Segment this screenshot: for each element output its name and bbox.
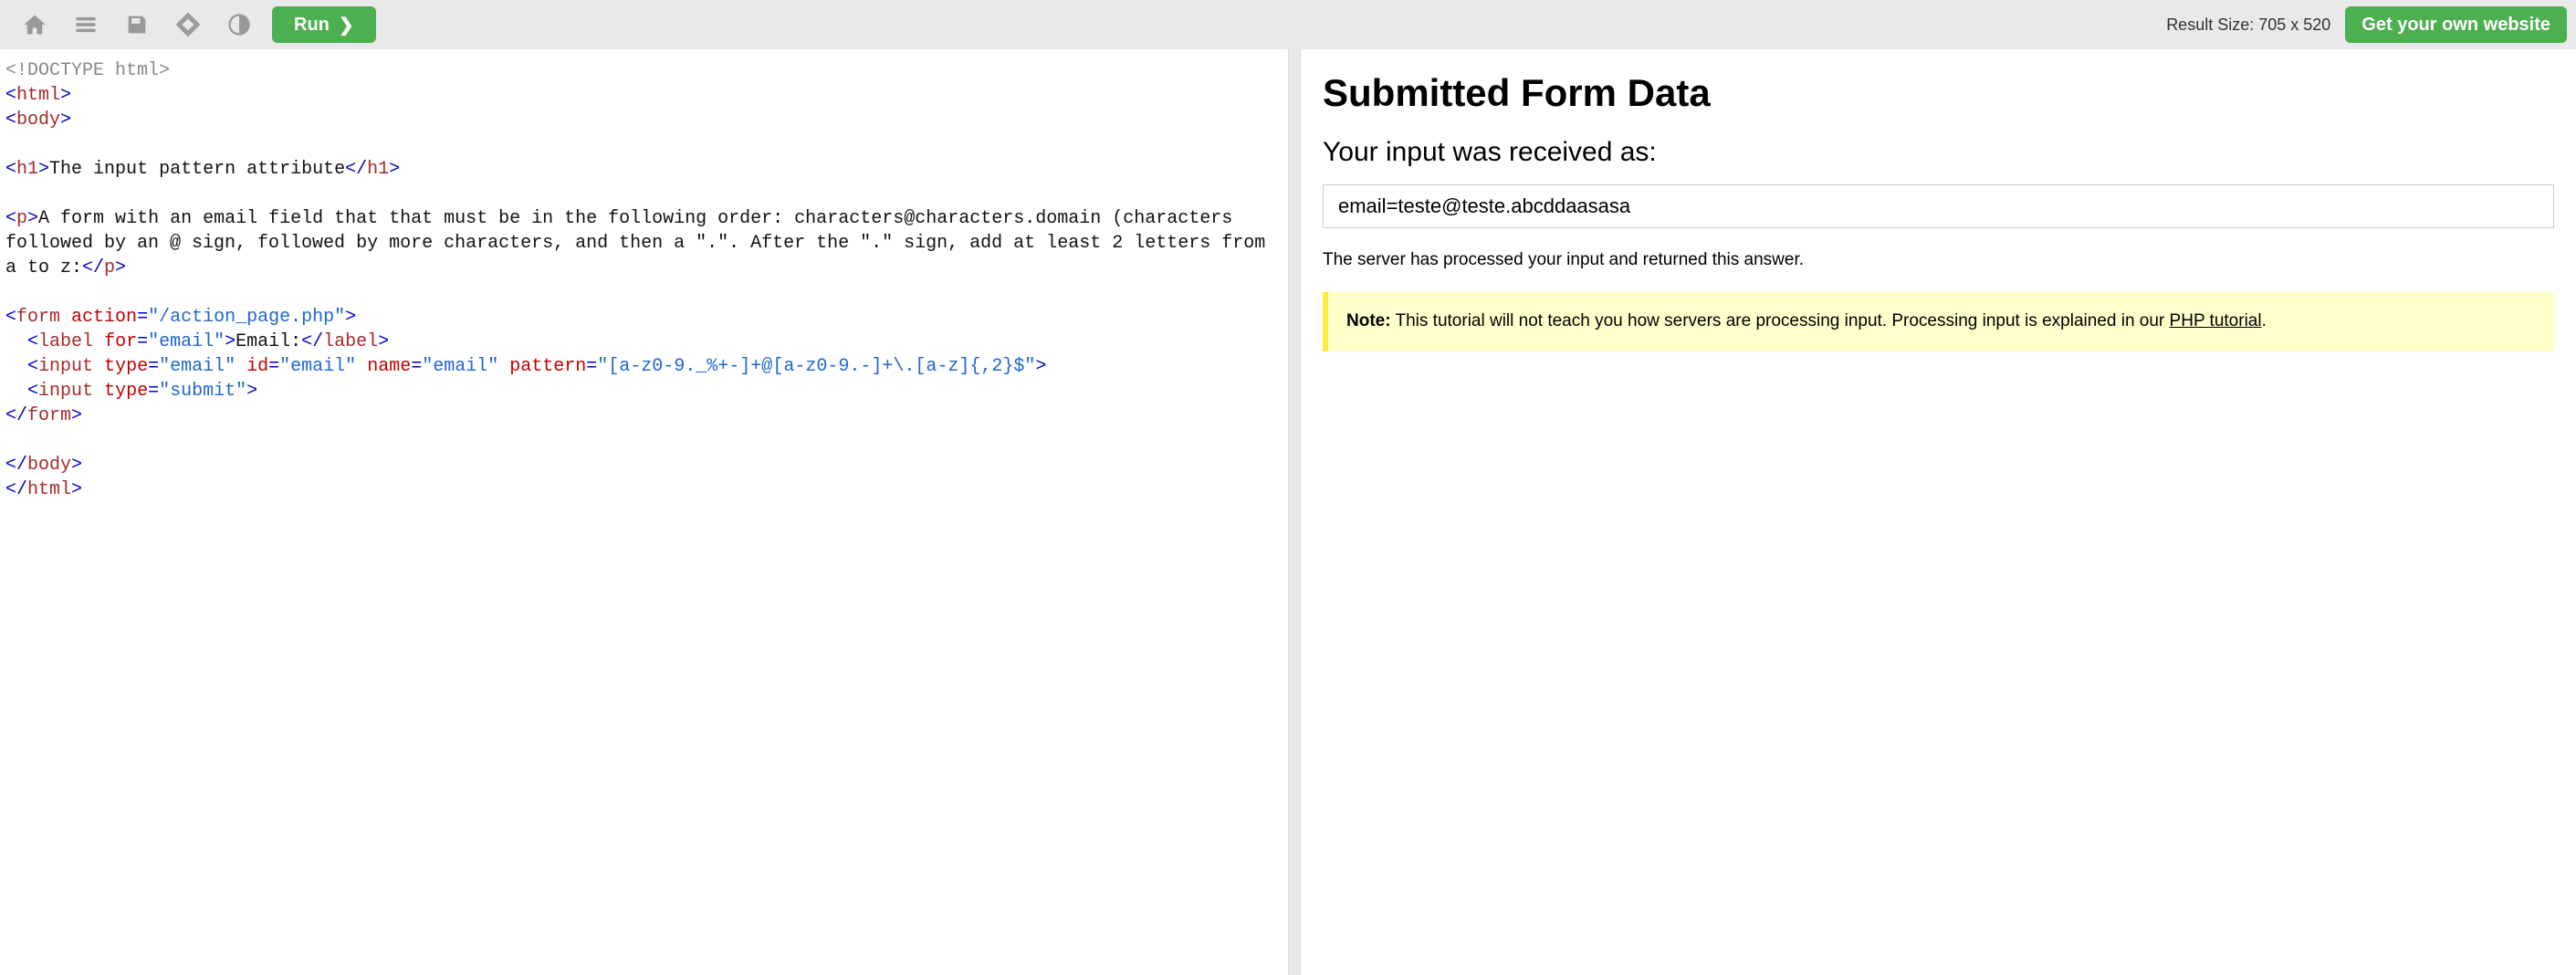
save-icon[interactable]	[111, 0, 162, 49]
attr-type2: type	[104, 381, 148, 402]
val-submit: "submit"	[159, 381, 246, 402]
attr-for: for	[104, 331, 137, 352]
processed-text: The server has processed your input and …	[1323, 250, 2554, 270]
val-name: "email"	[422, 356, 498, 377]
result-subheading: Your input was received as:	[1323, 137, 2554, 168]
received-value-box: email=teste@teste.abcddaasasa	[1323, 184, 2554, 228]
chevron-right-icon: ❯	[339, 14, 354, 37]
note-label: Note:	[1346, 311, 1391, 330]
tag-p-close: p	[104, 257, 115, 278]
attr-pattern: pattern	[509, 356, 586, 377]
tag-form: form	[16, 307, 60, 328]
run-label: Run	[294, 15, 330, 36]
run-button[interactable]: Run ❯	[272, 6, 376, 43]
attr-type1: type	[104, 356, 148, 377]
label-text: Email:	[236, 331, 301, 352]
tag-body-close: body	[27, 455, 71, 476]
val-id: "email"	[279, 356, 356, 377]
theme-icon[interactable]	[214, 0, 265, 49]
tag-h1-close: h1	[367, 159, 389, 180]
tag-h1: h1	[16, 159, 38, 180]
attr-action: action	[71, 307, 137, 328]
attr-name: name	[367, 356, 411, 377]
php-tutorial-link[interactable]: PHP tutorial	[2170, 311, 2262, 330]
val-email: "email"	[159, 356, 236, 377]
tag-input1: input	[38, 356, 93, 377]
tag-form-close: form	[27, 405, 71, 426]
tag-html-close: html	[27, 479, 71, 500]
home-icon[interactable]	[9, 0, 60, 49]
result-size-label: Result Size: 705 x 520	[2166, 16, 2330, 35]
splitter-handle[interactable]	[1288, 49, 1301, 975]
tag-p: p	[16, 208, 27, 229]
val-action: "/action_page.php"	[148, 307, 345, 328]
p-text: A form with an email field that that mus…	[5, 208, 1276, 278]
tag-body: body	[16, 110, 60, 131]
result-pane: Submitted Form Data Your input was recei…	[1301, 49, 2576, 975]
note-text-2: .	[2262, 311, 2267, 330]
orientation-icon[interactable]	[162, 0, 214, 49]
main-split: <!DOCTYPE html> <html> <body> <h1>The in…	[0, 49, 2576, 975]
attr-id: id	[246, 356, 268, 377]
tag-label-close: label	[323, 331, 378, 352]
code-doctype: <!DOCTYPE html>	[5, 60, 170, 81]
toolbar: Run ❯ Result Size: 705 x 520 Get your ow…	[0, 0, 2576, 49]
h1-text: The input pattern attribute	[49, 159, 345, 180]
code-editor[interactable]: <!DOCTYPE html> <html> <body> <h1>The in…	[0, 49, 1288, 975]
tag-html: html	[16, 85, 60, 106]
tag-input2: input	[38, 381, 93, 402]
val-for: "email"	[148, 331, 225, 352]
note-box: Note: This tutorial will not teach you h…	[1323, 292, 2554, 351]
menu-icon[interactable]	[60, 0, 111, 49]
tag-label: label	[38, 331, 93, 352]
val-pattern: "[a-z0-9._%+-]+@[a-z0-9.-]+\.[a-z]{,2}$"	[597, 356, 1035, 377]
note-text-1: This tutorial will not teach you how ser…	[1391, 311, 2170, 330]
result-heading: Submitted Form Data	[1323, 71, 2554, 115]
get-own-website-button[interactable]: Get your own website	[2345, 6, 2567, 43]
